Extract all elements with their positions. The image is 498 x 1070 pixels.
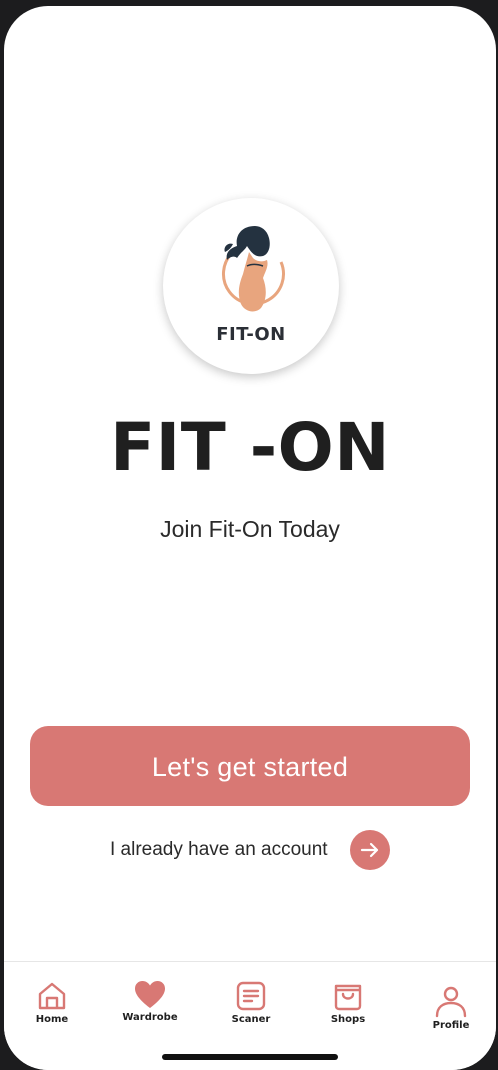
heart-icon <box>135 981 165 1008</box>
tab-label-wardrobe: Wardrobe <box>122 1012 178 1023</box>
tab-bar: Home Wardrobe Scaner Shops Profile <box>4 961 496 1070</box>
app-title: FIT -ON <box>110 409 390 486</box>
login-row[interactable]: I already have an account <box>110 830 390 870</box>
tab-scaner[interactable]: Scaner <box>211 980 291 1025</box>
logo-text: FIT-ON <box>216 324 286 345</box>
tab-home[interactable]: Home <box>12 980 92 1025</box>
home-indicator[interactable] <box>162 1054 338 1060</box>
user-icon <box>435 986 467 1018</box>
tab-wardrobe[interactable]: Wardrobe <box>110 980 190 1023</box>
tab-label-home: Home <box>35 1014 69 1025</box>
app-logo: FIT-ON <box>163 198 339 374</box>
tab-profile[interactable]: Profile <box>411 986 491 1031</box>
get-started-button[interactable]: Let's get started <box>30 726 470 806</box>
document-icon <box>236 981 266 1011</box>
arrow-right-button[interactable] <box>350 830 390 870</box>
arrow-right-icon <box>360 842 379 858</box>
screen: FIT-ON FIT -ON Join Fit-On Today Let's g… <box>4 6 496 1070</box>
tab-label-shops: Shops <box>330 1014 366 1025</box>
tab-shops[interactable]: Shops <box>308 980 388 1025</box>
login-link[interactable]: I already have an account <box>110 839 328 861</box>
tab-label-scaner: Scaner <box>231 1014 271 1025</box>
shopping-bag-icon <box>334 984 362 1011</box>
woman-silhouette-icon <box>222 226 285 312</box>
tab-label-profile: Profile <box>432 1020 470 1031</box>
home-icon <box>38 982 66 1010</box>
tagline: Join Fit-On Today <box>160 516 340 542</box>
